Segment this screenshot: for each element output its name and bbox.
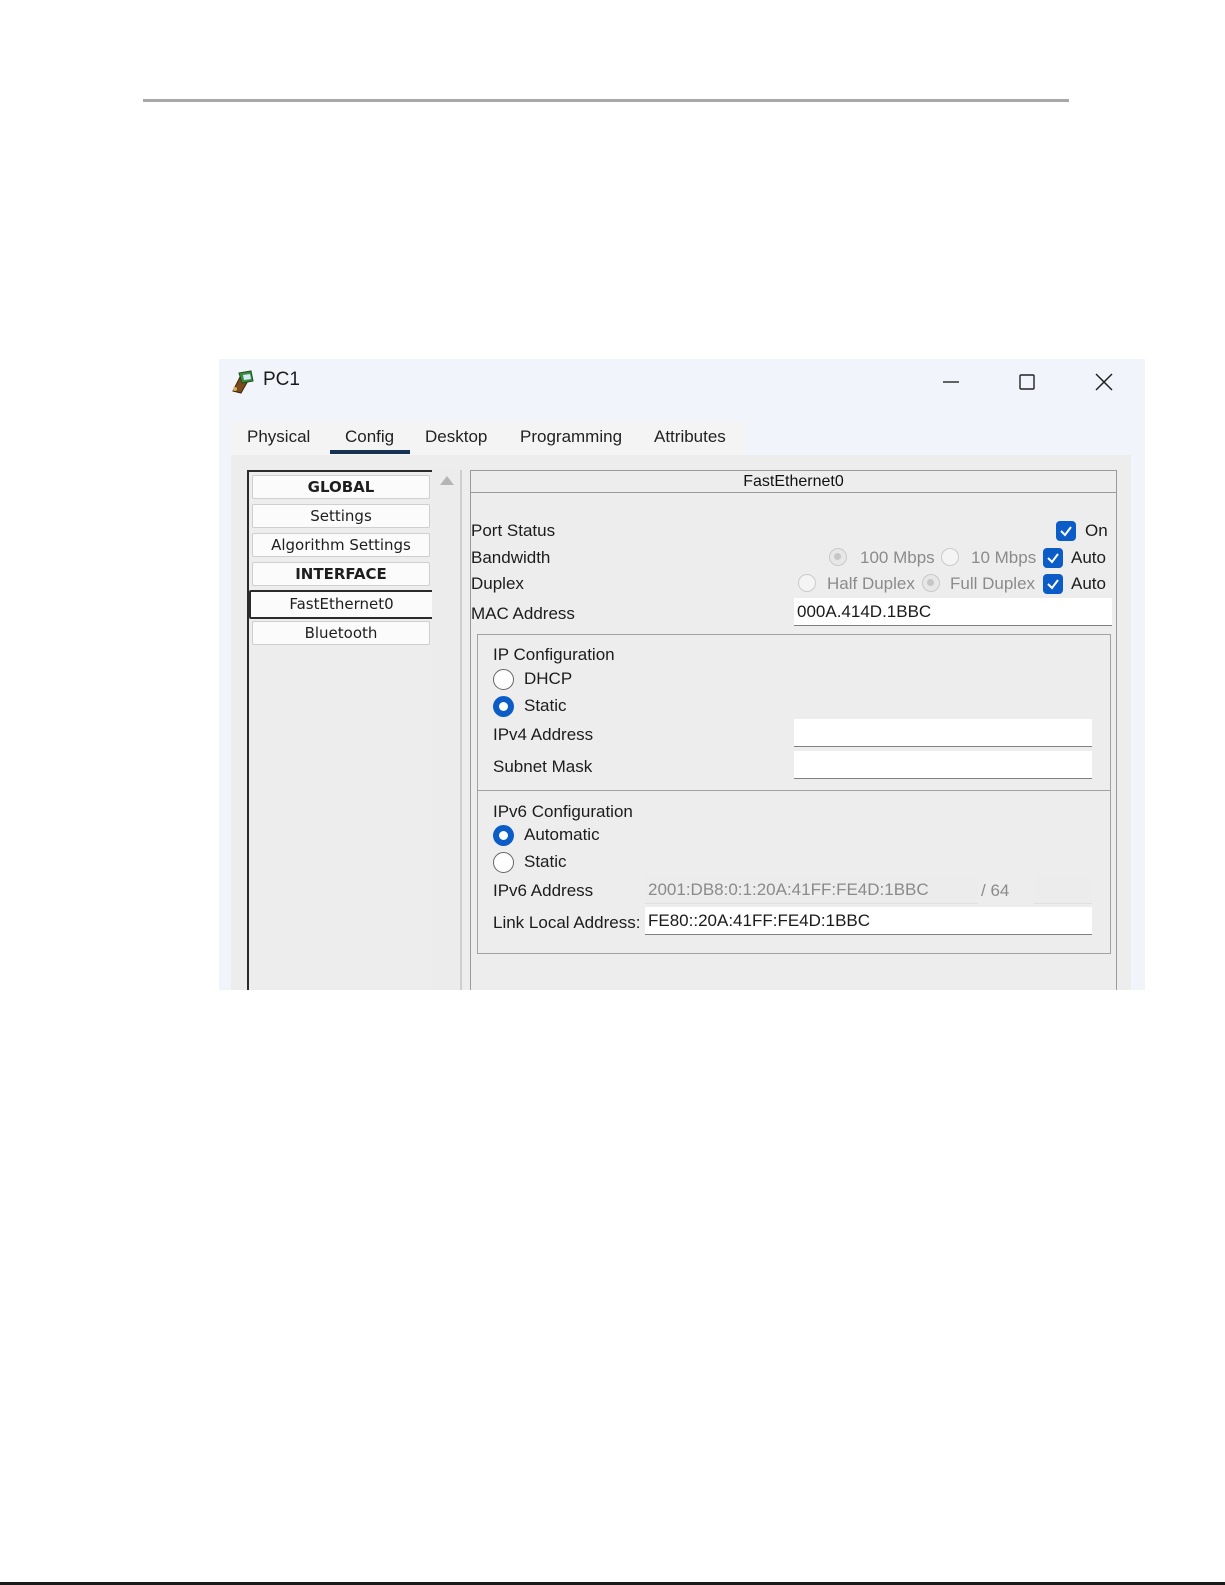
duplex-label: Duplex [471,574,524,593]
ipv4-static-radio[interactable] [493,696,514,717]
settings-sidebar: GLOBAL Settings Algorithm Settings INTER… [247,470,435,990]
sidebar-scrollbar[interactable] [432,470,462,990]
ipv6-static-radio[interactable] [493,852,514,873]
link-local-address-field[interactable] [645,907,1092,935]
ipv6-address-label: IPv6 Address [493,881,594,900]
tab-config[interactable]: Config [345,427,394,447]
sidebar-item-interface[interactable]: INTERFACE [252,562,430,586]
half-duplex-label: Half Duplex [827,574,915,593]
full-duplex-label: Full Duplex [950,574,1036,593]
bandwidth-10-label: 10 Mbps [971,548,1037,567]
pc1-window: PC1 Physical Config Desktop Programming … [219,359,1145,990]
ipv6-automatic-radio[interactable] [493,825,514,846]
mac-address-label: MAC Address [471,604,575,623]
half-duplex-radio[interactable] [798,574,816,592]
interface-panel: FastEthernet0 Port Status On Bandwidth 1… [470,470,1117,990]
subnet-mask-field[interactable] [794,751,1092,779]
link-local-address-label: Link Local Address: [493,913,641,932]
ipv6-configuration-title: IPv6 Configuration [493,802,633,821]
close-icon[interactable] [1081,365,1127,399]
port-status-label: Port Status [471,521,556,540]
ipv6-prefix-label: / 64 [981,881,1010,900]
port-status-checkbox[interactable] [1056,521,1076,541]
full-duplex-radio[interactable] [922,574,940,592]
duplex-auto-label: Auto [1071,574,1106,593]
tab-desktop[interactable]: Desktop [425,427,487,447]
bandwidth-auto-label: Auto [1071,548,1106,567]
scroll-up-arrow-icon[interactable] [440,476,454,485]
dhcp-label: DHCP [524,669,573,688]
sidebar-item-algorithm-settings[interactable]: Algorithm Settings [252,533,430,557]
active-tab-indicator [330,450,410,454]
ipv6-prefix-field[interactable] [1034,876,1092,904]
dhcp-radio[interactable] [493,669,514,690]
mac-address-field[interactable] [794,598,1112,626]
sidebar-item-bluetooth[interactable]: Bluetooth [252,621,430,645]
check-icon [1047,579,1059,590]
ipv4-static-label: Static [524,696,567,715]
bandwidth-100-radio[interactable] [829,548,847,566]
check-icon [1060,526,1072,537]
ipv6-static-label: Static [524,852,567,871]
tab-programming[interactable]: Programming [520,427,622,447]
subnet-mask-label: Subnet Mask [493,757,593,776]
bandwidth-label: Bandwidth [471,548,551,567]
port-status-on-label: On [1085,521,1108,540]
tab-strip: Physical Config Desktop Programming Attr… [231,421,745,457]
title-bar[interactable]: PC1 [219,359,1145,405]
sidebar-item-settings[interactable]: Settings [252,504,430,528]
ipv4-address-label: IPv4 Address [493,725,594,744]
ipv4-address-field[interactable] [794,719,1092,747]
bandwidth-10-radio[interactable] [941,548,959,566]
panel-title: FastEthernet0 [471,471,1116,493]
tab-attributes[interactable]: Attributes [654,427,726,447]
page-top-rule [143,99,1069,102]
ipv6-configuration-group: IPv6 Configuration Automatic Static IPv6… [477,790,1111,954]
sidebar-item-fastethernet0[interactable]: FastEthernet0 [249,590,434,619]
tab-physical[interactable]: Physical [247,427,310,447]
ipv6-automatic-label: Automatic [524,825,600,844]
duplex-auto-checkbox[interactable] [1043,574,1063,594]
ip-configuration-title: IP Configuration [493,645,615,664]
check-icon [1047,553,1059,564]
ipv6-address-field[interactable] [645,876,978,904]
sidebar-item-global[interactable]: GLOBAL [252,475,430,499]
bandwidth-auto-checkbox[interactable] [1043,548,1063,568]
config-content: GLOBAL Settings Algorithm Settings INTER… [231,455,1131,990]
window-title: PC1 [263,369,300,390]
bandwidth-100-label: 100 Mbps [860,548,935,567]
pc-device-icon [229,367,257,395]
ip-configuration-group: IP Configuration DHCP Static IPv4 Addres… [477,634,1111,791]
minimize-icon[interactable] [928,365,974,399]
maximize-icon[interactable] [1004,365,1050,399]
